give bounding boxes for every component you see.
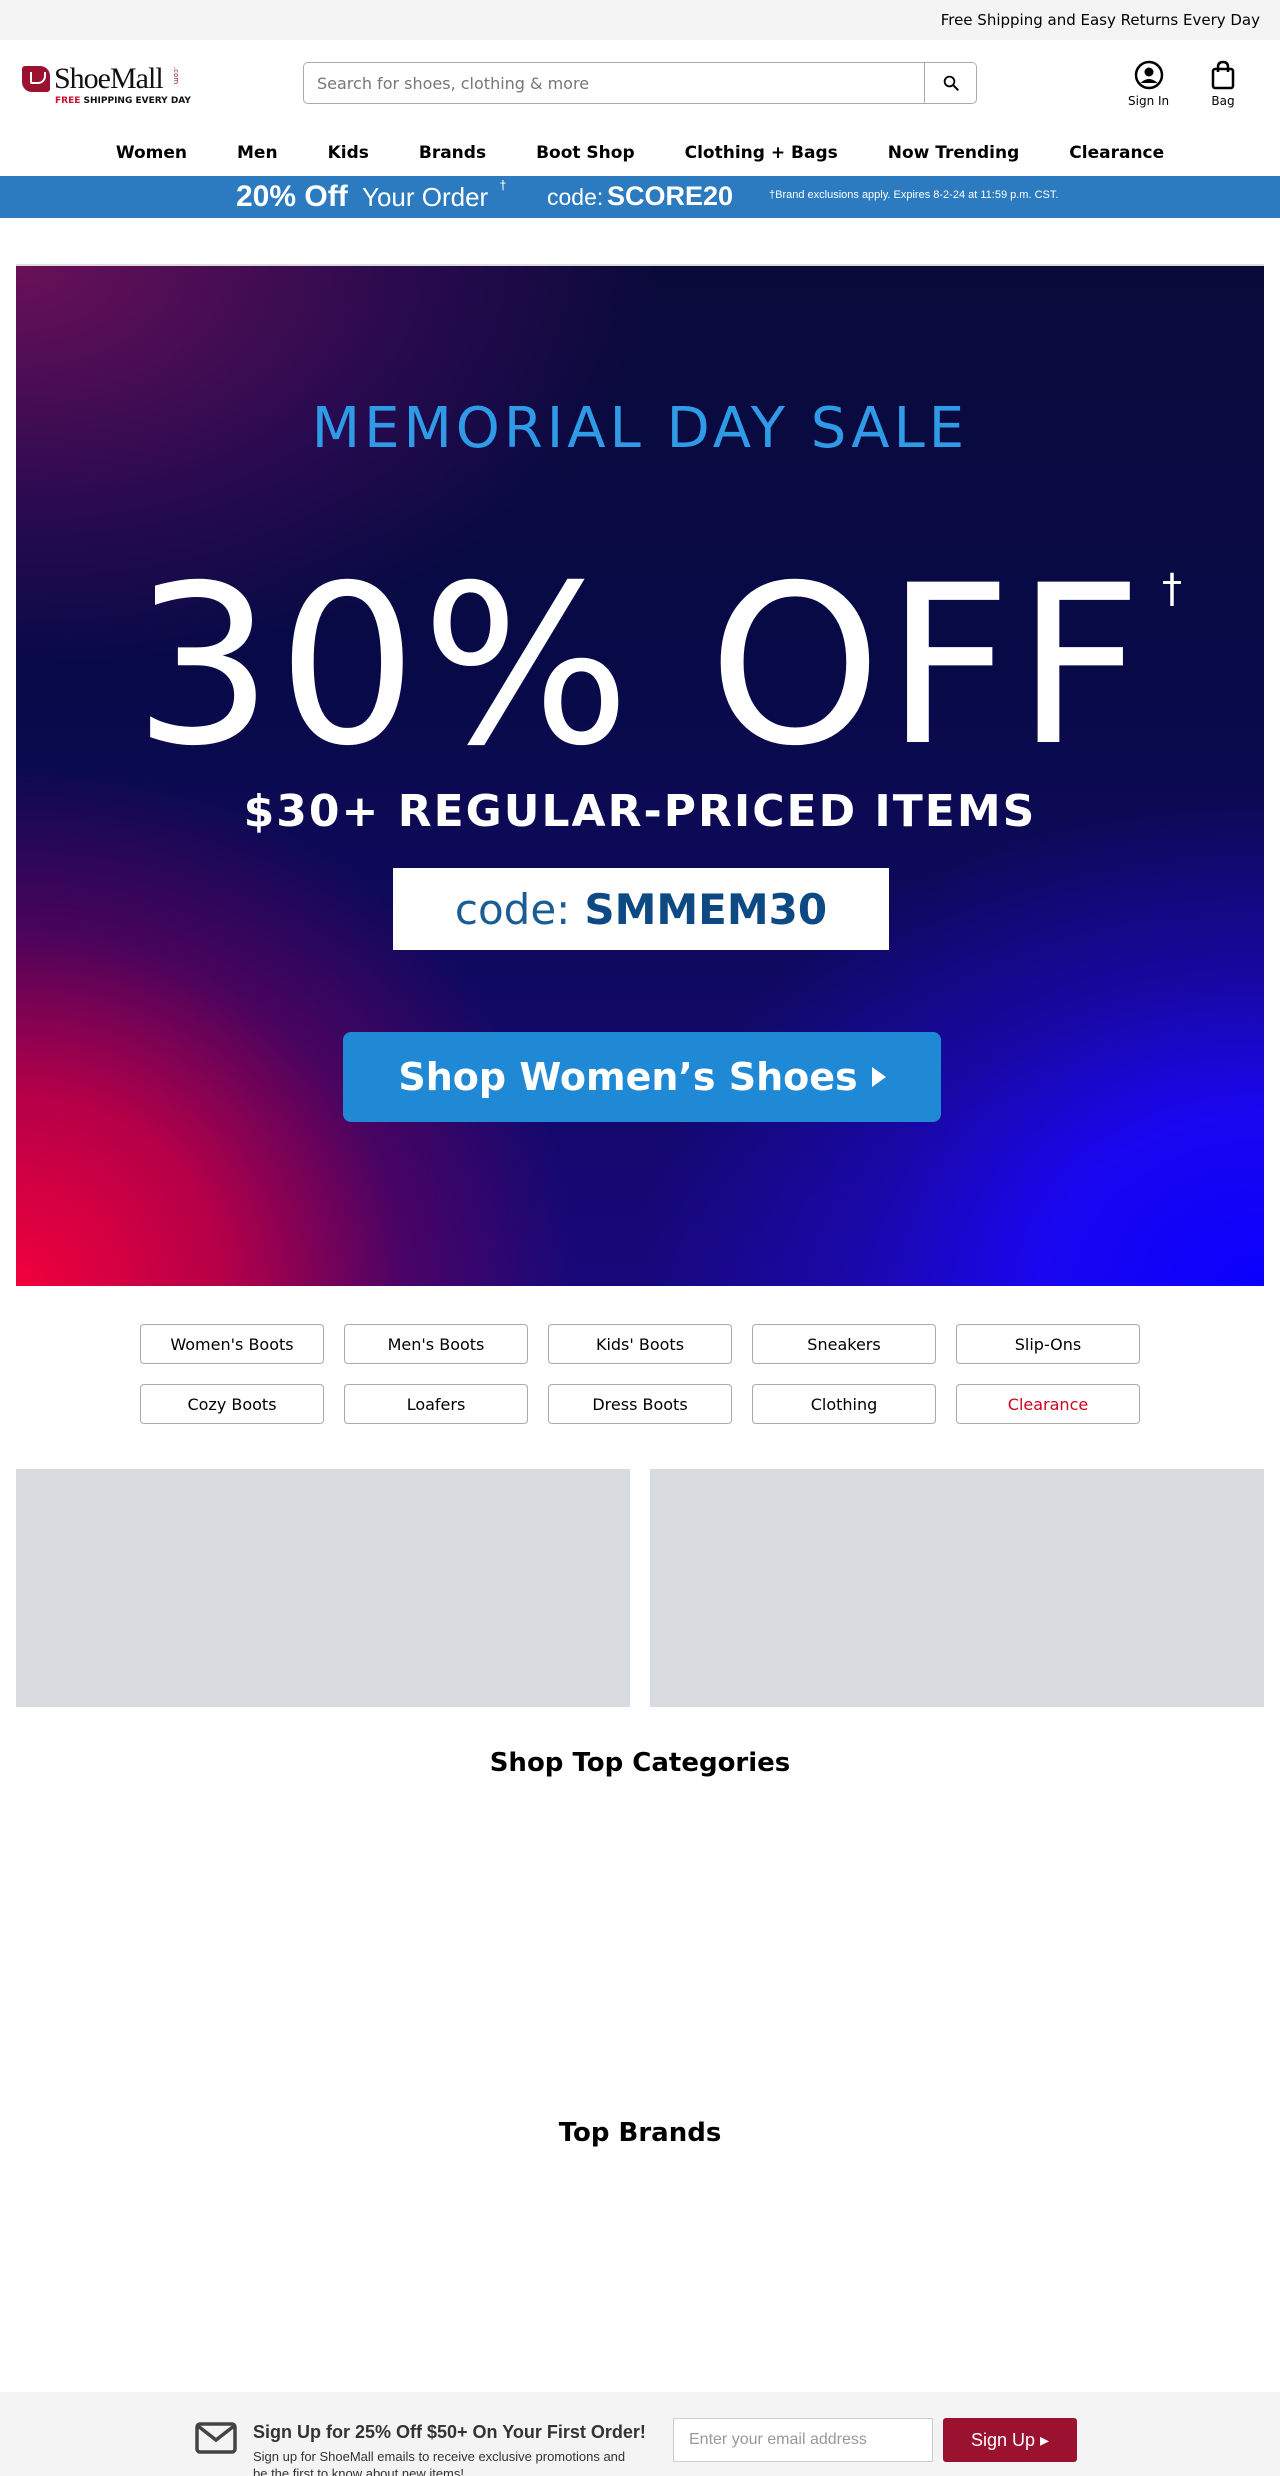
promo-tile-placeholder-left[interactable] bbox=[16, 1469, 630, 1707]
site-header: ShoeMall .com FREE SHIPPING EVERY DAY Si… bbox=[0, 40, 1280, 130]
signup-description: Sign up for ShoeMall emails to receive e… bbox=[253, 2449, 626, 2476]
category-loafers[interactable]: Loafers bbox=[344, 1384, 528, 1424]
category-mens-boots[interactable]: Men's Boots bbox=[344, 1324, 528, 1364]
announcement-text: Free Shipping and Easy Returns Every Day bbox=[940, 11, 1260, 29]
category-dress-boots[interactable]: Dress Boots bbox=[548, 1384, 732, 1424]
signup-title: Sign Up for 25% Off $50+ On Your First O… bbox=[253, 2422, 646, 2442]
hero-button-label: Shop Women’s Shoes bbox=[398, 1055, 858, 1099]
promo-dagger: † bbox=[500, 178, 506, 192]
logo-mark-icon bbox=[22, 66, 50, 92]
hero-code: SMMEM30 bbox=[584, 884, 828, 934]
category-kids-boots[interactable]: Kids' Boots bbox=[548, 1324, 732, 1364]
bag-label: Bag bbox=[1211, 94, 1235, 108]
category-clearance[interactable]: Clearance bbox=[956, 1384, 1140, 1424]
nav-item-men[interactable]: Men bbox=[212, 143, 303, 163]
hero-code-box: code: SMMEM30 bbox=[393, 868, 889, 950]
category-cozy-boots[interactable]: Cozy Boots bbox=[140, 1384, 324, 1424]
promo-disclaimer: †Brand exclusions apply. Expires 8-2-24 … bbox=[769, 189, 1059, 201]
sign-in-label: Sign In bbox=[1128, 94, 1170, 108]
hero-title: MEMORIAL DAY SALE bbox=[311, 396, 969, 461]
hero-discount: 30% OFF bbox=[133, 538, 1147, 794]
nav-item-kids[interactable]: Kids bbox=[303, 143, 394, 163]
nav-item-clearance[interactable]: Clearance bbox=[1044, 143, 1189, 163]
email-signup-bar: Sign Up for 25% Off $50+ On Your First O… bbox=[0, 2392, 1280, 2476]
category-slip-ons[interactable]: Slip-Ons bbox=[956, 1324, 1140, 1364]
nav-item-now-trending[interactable]: Now Trending bbox=[863, 143, 1045, 163]
hero-dagger: † bbox=[1162, 566, 1182, 612]
top-brands-heading: Top Brands bbox=[558, 2118, 722, 2148]
nav-item-boot-shop[interactable]: Boot Shop bbox=[511, 143, 660, 163]
category-clothing[interactable]: Clothing bbox=[752, 1384, 936, 1424]
email-field[interactable] bbox=[673, 2418, 933, 2462]
promo-amount: 20% Off bbox=[236, 180, 348, 213]
category-buttons: Women's Boots Men's Boots Kids' Boots Sn… bbox=[140, 1324, 1140, 1424]
hero-code-label: code: bbox=[454, 884, 571, 934]
shoemall-logo[interactable]: ShoeMall .com FREE SHIPPING EVERY DAY bbox=[22, 62, 191, 108]
logo-tagline-rest: SHIPPING EVERY DAY bbox=[80, 96, 191, 106]
promo-suffix: Your Order bbox=[362, 182, 489, 212]
logo-tagline-free: FREE bbox=[55, 96, 81, 106]
account-icon bbox=[1134, 60, 1163, 90]
search-bar bbox=[303, 62, 977, 104]
logo-dotcom: .com bbox=[172, 67, 180, 85]
nav-item-brands[interactable]: Brands bbox=[394, 143, 511, 163]
sign-up-button[interactable]: Sign Up ▸ bbox=[943, 2418, 1077, 2462]
announcement-bar: Free Shipping and Easy Returns Every Day bbox=[0, 0, 1280, 40]
category-womens-boots[interactable]: Women's Boots bbox=[140, 1324, 324, 1364]
hero-banner[interactable]: MEMORIAL DAY SALE 30% OFF † $30+ REGULAR… bbox=[16, 266, 1264, 1286]
mail-icon bbox=[195, 2422, 237, 2454]
logo-tagline: FREE SHIPPING EVERY DAY bbox=[55, 96, 191, 106]
shop-top-categories-heading: Shop Top Categories bbox=[489, 1748, 791, 1778]
search-icon bbox=[943, 75, 959, 91]
play-arrow-icon bbox=[871, 1067, 886, 1087]
shop-womens-shoes-button[interactable]: Shop Women’s Shoes bbox=[343, 1032, 941, 1122]
bag-button[interactable]: Bag bbox=[1210, 60, 1236, 108]
search-button[interactable] bbox=[924, 63, 976, 103]
main-navigation: Women Men Kids Brands Boot Shop Clothing… bbox=[0, 130, 1280, 176]
nav-item-clothing-bags[interactable]: Clothing + Bags bbox=[660, 143, 863, 163]
sign-in-button[interactable]: Sign In bbox=[1128, 60, 1169, 108]
logo-wordmark: ShoeMall bbox=[54, 62, 164, 95]
nav-item-women[interactable]: Women bbox=[91, 143, 212, 163]
promo-code-label: code: bbox=[547, 184, 604, 210]
category-sneakers[interactable]: Sneakers bbox=[752, 1324, 936, 1364]
promo-banner[interactable]: 20% Off Your Order † code: SCORE20 †Bran… bbox=[0, 176, 1280, 218]
promo-tile-placeholder-right[interactable] bbox=[650, 1469, 1264, 1707]
search-input[interactable] bbox=[304, 63, 924, 103]
bag-icon bbox=[1211, 60, 1235, 90]
promo-code: SCORE20 bbox=[607, 181, 734, 211]
hero-subtitle: $30+ REGULAR-PRICED ITEMS bbox=[243, 786, 1037, 837]
